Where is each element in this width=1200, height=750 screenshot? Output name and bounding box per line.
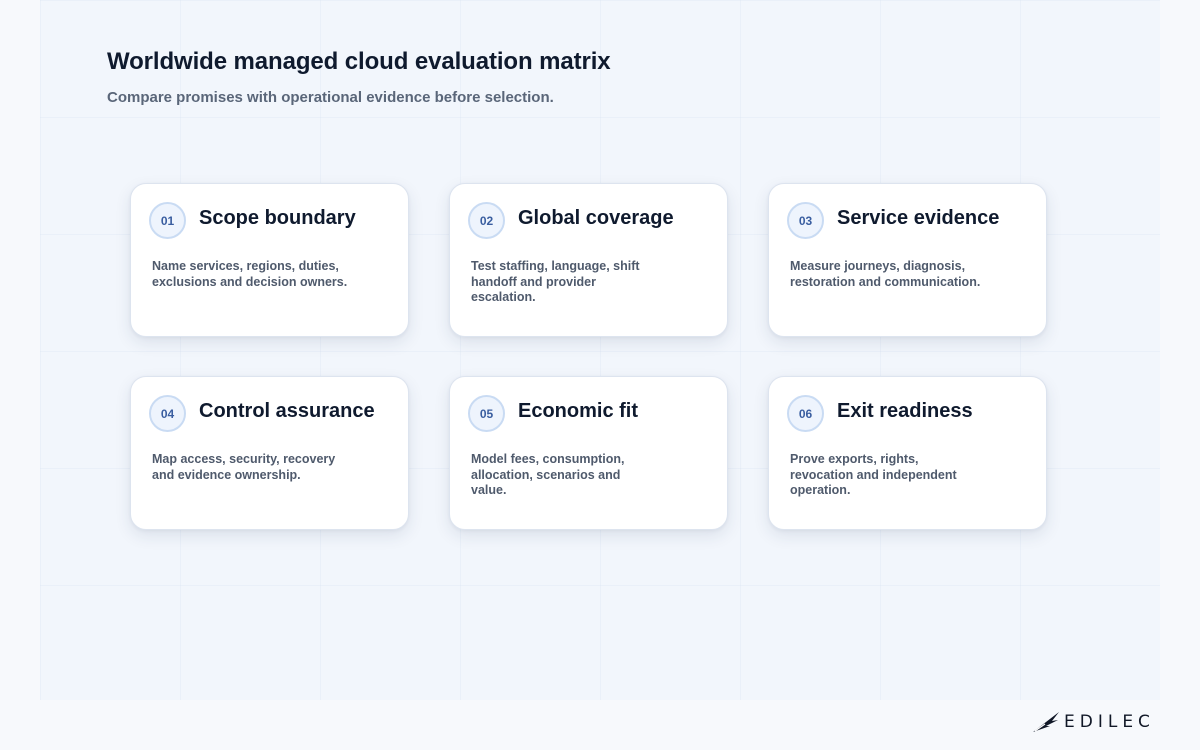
card-number-badge: 03 xyxy=(787,202,824,239)
card-title: Economic fit xyxy=(518,400,639,422)
wing-logo-icon xyxy=(1033,712,1059,732)
card-number-badge: 05 xyxy=(468,395,505,432)
card-description: Model fees, consumption, allocation, sce… xyxy=(471,452,625,497)
card-title: Exit readiness xyxy=(837,400,973,422)
card-exit-readiness: 06 Exit readiness Prove exports, rights,… xyxy=(768,376,1047,530)
brand-logo: EDILEC xyxy=(1032,711,1155,733)
slide: Worldwide managed cloud evaluation matri… xyxy=(0,0,1200,750)
card-control-assurance: 04 Control assurance Map access, securit… xyxy=(130,376,409,530)
page-title: Worldwide managed cloud evaluation matri… xyxy=(107,48,611,75)
card-description: Name services, regions, duties, exclusio… xyxy=(152,259,348,289)
card-title: Scope boundary xyxy=(199,207,356,229)
card-number-badge: 01 xyxy=(149,202,186,239)
card-economic-fit: 05 Economic fit Model fees, consumption,… xyxy=(449,376,728,530)
card-number-badge: 04 xyxy=(149,395,186,432)
page-subtitle: Compare promises with operational eviden… xyxy=(107,89,554,106)
card-service-evidence: 03 Service evidence Measure journeys, di… xyxy=(768,183,1047,337)
card-title: Service evidence xyxy=(837,207,1000,229)
card-scope-boundary: 01 Scope boundary Name services, regions… xyxy=(130,183,409,337)
card-description: Test staffing, language, shift handoff a… xyxy=(471,259,640,304)
card-description: Prove exports, rights, revocation and in… xyxy=(790,452,957,497)
card-number-badge: 02 xyxy=(468,202,505,239)
card-number-badge: 06 xyxy=(787,395,824,432)
card-description: Map access, security, recovery and evide… xyxy=(152,452,336,482)
card-title: Global coverage xyxy=(518,207,674,229)
card-title: Control assurance xyxy=(199,400,375,422)
card-description: Measure journeys, diagnosis, restoration… xyxy=(790,259,981,289)
brand-name: EDILEC xyxy=(1064,712,1155,732)
card-global-coverage: 02 Global coverage Test staffing, langua… xyxy=(449,183,728,337)
